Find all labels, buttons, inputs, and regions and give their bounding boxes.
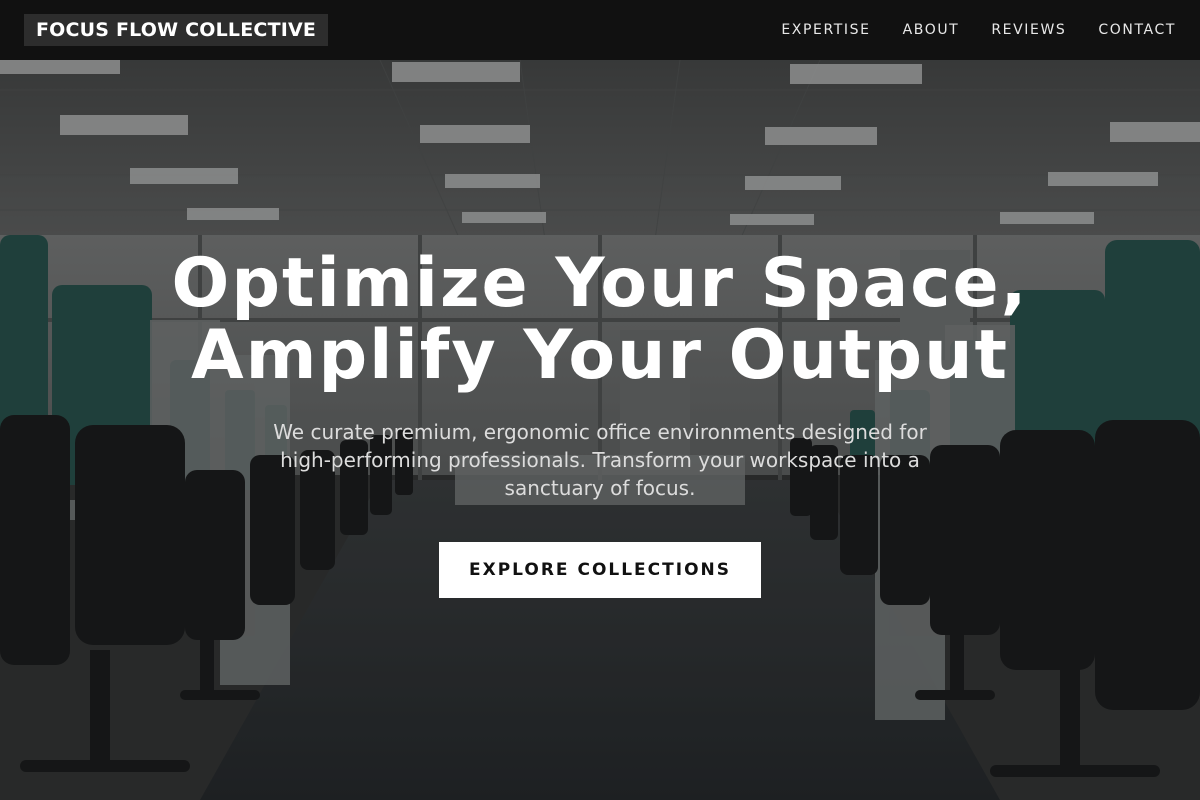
nav-link-contact[interactable]: CONTACT [1098,22,1176,38]
hero-title-line2: Amplify Your Output [190,316,1009,395]
top-navigation: FOCUS FLOW COLLECTIVE EXPERTISE ABOUT RE… [0,0,1200,60]
hero-title: Optimize Your Space, Amplify Your Output [0,248,1200,392]
brand-logo[interactable]: FOCUS FLOW COLLECTIVE [24,14,329,46]
nav-link-expertise[interactable]: EXPERTISE [781,22,870,38]
hero-content: Optimize Your Space, Amplify Your Output… [0,248,1200,598]
hero-subtitle: We curate premium, ergonomic office envi… [273,420,927,500]
hero-section: Optimize Your Space, Amplify Your Output… [0,60,1200,800]
nav-links: EXPERTISE ABOUT REVIEWS CONTACT [749,22,1176,38]
nav-link-about[interactable]: ABOUT [903,22,960,38]
hero-title-line1: Optimize Your Space, [171,244,1029,323]
nav-link-reviews[interactable]: REVIEWS [991,22,1066,38]
explore-collections-button[interactable]: EXPLORE COLLECTIONS [439,542,761,598]
